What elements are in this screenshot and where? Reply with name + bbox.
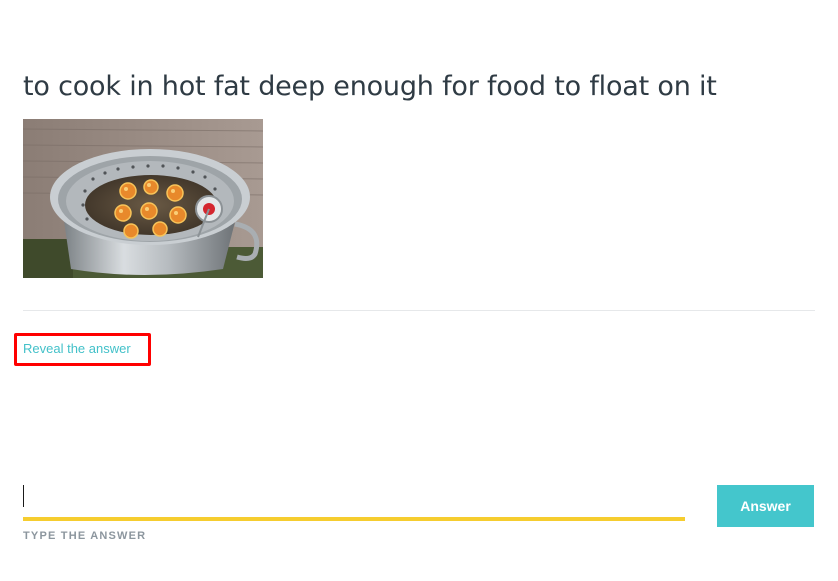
question-prompt: to cook in hot fat deep enough for food … — [23, 71, 717, 102]
deep-fryer-image — [23, 119, 263, 278]
answer-input-label: TYPE THE ANSWER — [23, 530, 147, 542]
quiz-page: to cook in hot fat deep enough for food … — [0, 0, 838, 581]
answer-input[interactable] — [23, 481, 685, 515]
answer-input-underline — [23, 517, 685, 521]
answer-button[interactable]: Answer — [717, 485, 814, 527]
text-caret — [23, 485, 24, 507]
section-divider — [23, 310, 815, 311]
reveal-answer-link[interactable]: Reveal the answer — [23, 341, 131, 356]
